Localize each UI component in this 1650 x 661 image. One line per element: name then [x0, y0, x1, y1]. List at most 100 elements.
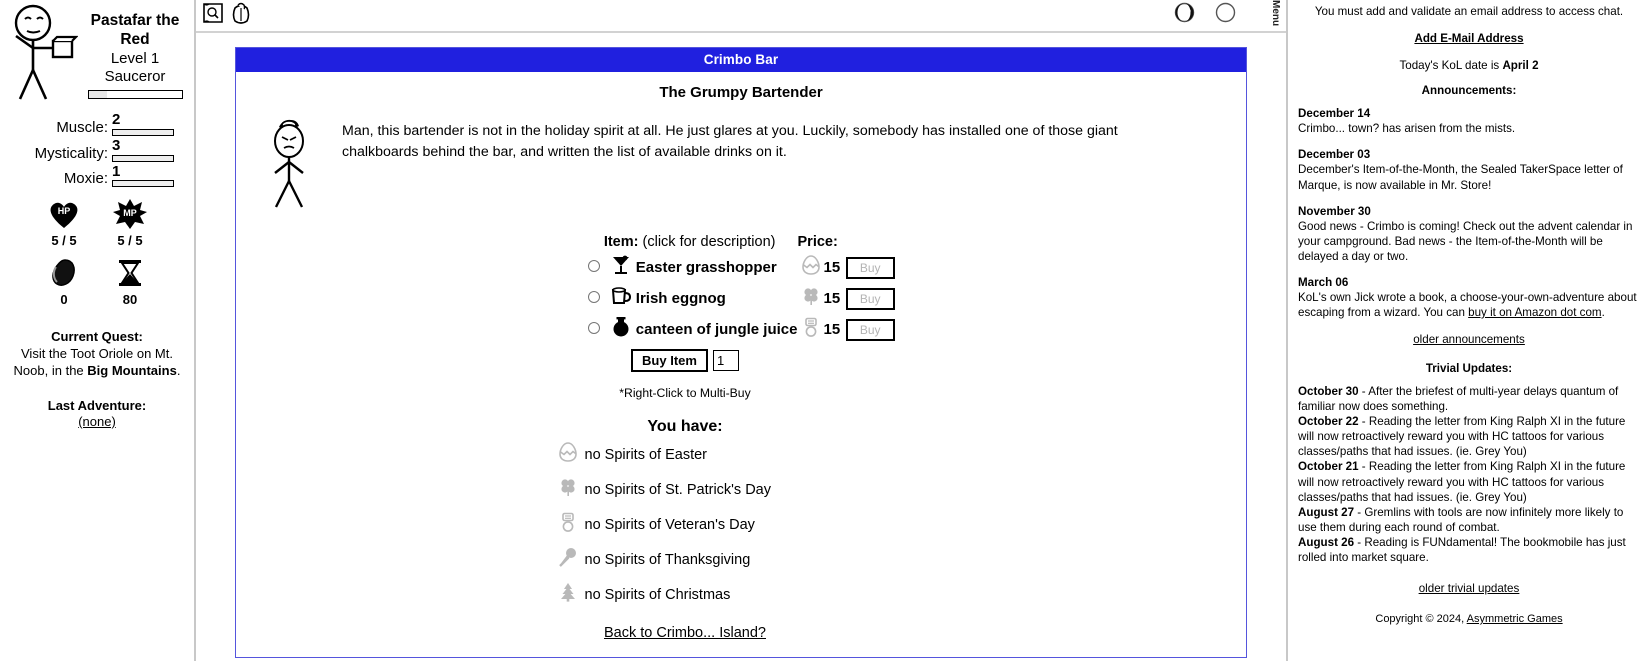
shamrock-glyph [560, 479, 575, 496]
svg-text:MP: MP [123, 208, 137, 218]
older-trivial-updates-row[interactable]: older trivial updates [1298, 581, 1640, 596]
character-pane: Pastafar the Red Level 1 Sauceror Muscle… [0, 0, 196, 661]
trivial-update-4: August 26 - Reading is FUNdamental! The … [1298, 535, 1640, 565]
buy-button-1[interactable]: Buy [845, 287, 895, 310]
trivial-update-2: October 21 - Reading the letter from Kin… [1298, 459, 1640, 504]
moon-phase-new-icon[interactable] [1215, 2, 1236, 28]
meat-adv-row: 0 80 [6, 258, 188, 307]
shop-header-buy [840, 232, 900, 252]
copyright-row: Copyright © 2024, Asymmetric Games [1298, 612, 1640, 626]
shop-buy-cell-0[interactable]: Buy [840, 252, 900, 283]
turkey-leg-glyph [558, 548, 576, 567]
inventory-text-0: no Spirits of Easter [584, 446, 708, 463]
last-adventure-link[interactable]: (none) [78, 414, 116, 429]
announcement-date-march: March 06 [1298, 275, 1349, 289]
panel-body: The Grumpy Bartender Man, this bartender… [236, 72, 1246, 657]
stat-label-mysticality: Mysticality: [34, 144, 108, 162]
shop-header-price: Price: [797, 234, 838, 250]
older-announcements-link[interactable]: older announcements [1413, 333, 1525, 346]
cocktail-glass-icon [612, 255, 629, 274]
inventory-text-3: no Spirits of Thanksgiving [584, 551, 751, 568]
shop-item-name-2[interactable]: canteen of jungle juice [636, 314, 798, 345]
shop-item-price-1: 15 [823, 290, 841, 307]
march-body-part2: . [1601, 305, 1605, 319]
meat-meter[interactable]: 0 [42, 258, 86, 307]
hp-meter[interactable]: HP 5 / 5 [42, 199, 86, 248]
dogtag-glyph [561, 512, 574, 532]
character-title-block: Pastafar the Red Level 1 Sauceror [82, 4, 188, 100]
trivial-update-0: October 30 - After the briefest of multi… [1298, 384, 1640, 414]
quest-location: Big Mountains [87, 363, 177, 379]
turkey-leg-icon [551, 547, 585, 572]
shop-currency-icon-0 [798, 252, 824, 283]
shop-radio-cell-1[interactable] [582, 283, 606, 314]
shop-radio-2[interactable] [587, 321, 600, 334]
meat-icon [52, 259, 75, 287]
shop-item-name-0[interactable]: Easter grasshopper [636, 252, 798, 283]
shop-header-item: Item: (click for description) [582, 232, 798, 252]
shop-buy-cell-2[interactable]: Buy [840, 314, 900, 345]
character-level: Level 1 [110, 49, 160, 67]
bartender-image[interactable] [246, 113, 334, 214]
shop-radio-cell-2[interactable] [582, 314, 606, 345]
vertical-menu-label[interactable]: Menu [1270, 0, 1281, 26]
shop-area: Item: (click for description) Price: Eas… [236, 232, 1246, 345]
back-to-crimbo-island-link[interactable]: Back to Crimbo... Island? [604, 625, 766, 641]
add-email-address-link[interactable]: Add E-Mail Address [1414, 32, 1523, 45]
character-header: Pastafar the Red Level 1 Sauceror [6, 4, 188, 100]
stat-label-moxie: Moxie: [63, 170, 108, 188]
shop-item-icon-1[interactable] [606, 283, 636, 314]
character-name: Pastafar the Red [90, 12, 180, 48]
panel-title: Crimbo Bar [236, 48, 1246, 72]
stat-row-muscle: Muscle: 2 [12, 112, 182, 136]
stat-value-muscle: 2 [112, 111, 121, 128]
chat-notice: You must add and validate an email addre… [1314, 5, 1624, 18]
mp-star-icon: MP [113, 199, 147, 230]
asymmetric-games-link[interactable]: Asymmetric Games [1467, 613, 1563, 625]
bartender-heading: The Grumpy Bartender [659, 84, 823, 101]
trivial-date-0: October 30 [1298, 385, 1359, 399]
toolbar-right-icons [1174, 2, 1236, 28]
shop-currency-icon-1 [798, 283, 824, 314]
mp-meter[interactable]: MP 5 / 5 [108, 199, 152, 248]
last-adventure-value[interactable]: (none) [6, 414, 188, 429]
shop-radio-1[interactable] [587, 290, 600, 303]
quantity-input[interactable] [712, 350, 739, 371]
announcement-0: December 14 Crimbo... town? has arisen f… [1298, 106, 1640, 136]
avatar[interactable] [6, 4, 79, 100]
adventures-meter[interactable]: 80 [108, 258, 152, 307]
backpack-icon[interactable] [230, 1, 252, 30]
shop-item-name-1[interactable]: Irish eggnog [636, 283, 798, 314]
map-icon[interactable] [202, 1, 224, 30]
back-link-row: Back to Crimbo... Island? [236, 625, 1246, 641]
shop-radio-cell-0[interactable] [582, 252, 606, 283]
amazon-book-link[interactable]: buy it on Amazon dot com [1468, 306, 1601, 319]
shop-item-icon-2[interactable] [606, 314, 636, 345]
moon-phase-gibbous-icon[interactable] [1174, 2, 1195, 28]
grumpy-bartender-stickfigure-icon [274, 119, 304, 208]
main-pane: Menu Crimbo Bar The Grumpy Bartender Man… [196, 0, 1288, 661]
christmas-tree-icon [551, 582, 585, 607]
trivial-update-3: August 27 - Gremlins with tools are now … [1298, 505, 1640, 535]
older-trivial-updates-link[interactable]: older trivial updates [1419, 582, 1520, 595]
announcement-body-2: Good news - Crimbo is coming! Check out … [1298, 219, 1633, 263]
buy-button-0[interactable]: Buy [845, 256, 895, 279]
right-pane: You must add and validate an email addre… [1288, 0, 1650, 661]
shop-buy-cell-1[interactable]: Buy [840, 283, 900, 314]
svg-text:HP: HP [58, 206, 71, 216]
last-adventure: Last Adventure: (none) [6, 398, 188, 429]
trivial-date-4: August 26 [1298, 535, 1355, 549]
christmas-tree-glyph [560, 583, 575, 602]
toolbar-left-icons [202, 1, 252, 30]
add-email-link-row[interactable]: Add E-Mail Address [1298, 31, 1640, 46]
older-announcements-row[interactable]: older announcements [1298, 332, 1640, 347]
stat-label-muscle: Muscle: [56, 118, 108, 136]
shop-radio-0[interactable] [587, 259, 600, 272]
mug-icon [611, 287, 631, 304]
announcement-march: March 06 KoL's own Jick wrote a book, a … [1298, 275, 1640, 320]
kol-date-row: Today's KoL date is April 2 [1298, 58, 1640, 73]
buy-button-2[interactable]: Buy [845, 318, 895, 341]
shop-item-icon-0[interactable] [606, 252, 636, 283]
inventory-row-4: no Spirits of Christmas [236, 582, 1134, 607]
buy-item-button[interactable]: Buy Item [631, 349, 708, 372]
